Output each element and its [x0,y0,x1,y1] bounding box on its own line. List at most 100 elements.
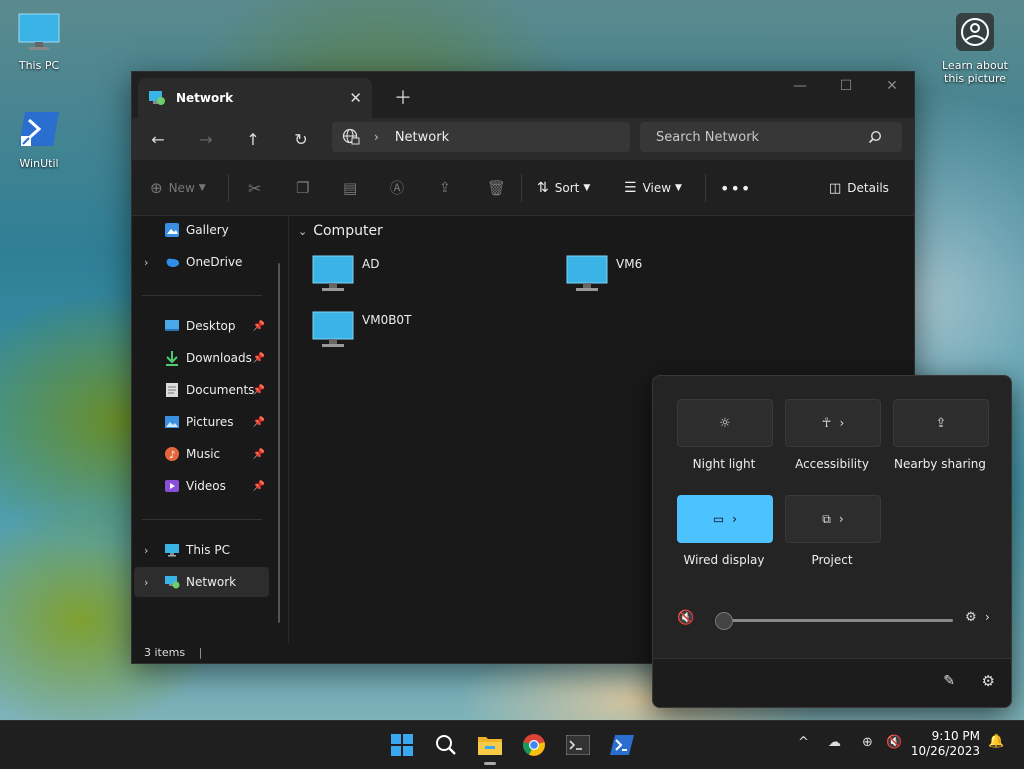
sidebar-item-network[interactable]: › Network [134,567,269,597]
sort-label: Sort [554,181,580,195]
desktop-icon-winutil[interactable]: WinUtil [4,110,74,170]
volume-slider[interactable] [721,619,953,622]
edit-pencil-icon[interactable]: ✎ [943,673,955,689]
running-indicator [484,762,496,765]
chevron-right-icon[interactable]: › [144,544,148,557]
pin-icon[interactable]: 📌 [253,417,265,428]
back-button[interactable]: ← [146,128,170,152]
group-header-computer[interactable]: ⌄ Computer [298,223,383,239]
minimize-button[interactable]: — [780,78,820,94]
details-pane-icon: ◫ [829,180,842,196]
accessibility-icon: ☥ [821,415,832,431]
sidebar-label: Gallery [186,223,229,237]
learn-about-picture[interactable]: Learn about this picture [940,12,1010,85]
sidebar-item-documents[interactable]: Documents 📌 [134,375,269,405]
volume-slider-thumb[interactable] [715,612,733,630]
document-icon [166,383,178,397]
night-light-toggle[interactable]: ☼ [677,399,773,447]
toolbar-divider [705,174,706,202]
file-explorer-taskbar-button[interactable] [474,729,506,765]
sidebar-item-gallery[interactable]: Gallery [134,215,269,245]
close-tab-icon[interactable]: ✕ [349,89,362,107]
pin-icon[interactable]: 📌 [253,481,265,492]
up-button[interactable]: ↑ [241,128,265,152]
notification-bell-icon[interactable]: 🔔 [988,734,1004,749]
tab-network[interactable]: Network ✕ [138,78,372,118]
new-tab-button[interactable]: ＋ [394,84,412,110]
nearby-sharing-toggle[interactable]: ⇪ [893,399,989,447]
pin-icon[interactable]: 📌 [253,385,265,396]
share-button[interactable]: ⇪ [439,178,451,198]
chevron-right-icon: › [839,416,845,430]
chevron-right-icon[interactable]: › [144,256,148,269]
pin-icon[interactable]: 📌 [253,449,265,460]
toolbar-divider [228,174,229,202]
network-globe-tray-icon[interactable]: ⊕ [862,735,873,750]
cut-button[interactable]: ✂ [248,178,261,198]
volume-muted-tray-icon[interactable]: 🔇 [886,735,902,750]
sidebar-label: Downloads [186,351,252,365]
new-label: New [168,181,195,195]
accessibility-button[interactable]: ☥ › [785,399,881,447]
speaker-muted-icon[interactable]: 🔇 [677,610,694,626]
chevron-down-icon: ▼ [583,183,591,193]
sidebar-scrollbar[interactable] [278,263,280,623]
sidebar-item-onedrive[interactable]: › OneDrive [134,247,269,277]
maximize-button[interactable]: ☐ [826,78,866,94]
file-item-vm0b0t[interactable]: VM0B0T [312,311,411,349]
search-button[interactable] [430,729,462,761]
project-icon: ⧉ [822,511,831,526]
details-button[interactable]: ◫ Details [829,178,889,198]
copy-button[interactable]: ❐ [296,178,309,198]
close-window-button[interactable]: ✕ [872,78,912,94]
sidebar-item-videos[interactable]: Videos 📌 [134,471,269,501]
new-button[interactable]: ⊕ New ▼ [150,178,206,198]
audio-output-icon[interactable]: ⚙ [965,610,977,625]
show-hidden-icons-chevron-icon[interactable]: ^ [798,735,809,750]
file-item-vm6[interactable]: VM6 [566,255,642,293]
sidebar-item-pictures[interactable]: Pictures 📌 [134,407,269,437]
refresh-button[interactable]: ↻ [289,128,313,152]
file-item-ad[interactable]: AD [312,255,379,293]
project-button[interactable]: ⧉ › [785,495,881,543]
chevron-right-icon[interactable]: › [985,610,990,624]
chrome-taskbar-button[interactable] [518,729,550,761]
start-button[interactable] [386,729,418,761]
more-options-button[interactable]: ••• [720,178,751,198]
sidebar-label: Desktop [186,319,236,333]
learn-about-picture-label: Learn about this picture [942,59,1008,85]
chevron-right-icon[interactable]: › [144,576,148,589]
delete-button[interactable]: 🗑 [487,178,506,198]
desktop-icon-label: This PC [18,59,60,72]
search-box[interactable] [640,122,902,152]
pin-icon[interactable]: 📌 [253,353,265,364]
title-bar[interactable]: Network ✕ ＋ — ☐ ✕ [132,72,914,118]
powershell-taskbar-button[interactable] [606,729,638,761]
view-button[interactable]: ☰ View ▼ [624,178,682,198]
pin-icon[interactable]: 📌 [253,321,265,332]
sidebar-item-music[interactable]: ♪ Music 📌 [134,439,269,469]
search-input[interactable] [654,128,868,146]
sidebar-divider [142,295,262,296]
pane-divider[interactable] [288,215,289,643]
sort-button[interactable]: ⇅ Sort ▼ [537,178,590,198]
chevron-right-icon: › [732,512,738,526]
powershell-icon [19,112,59,146]
rename-button[interactable]: Ⓐ [390,178,404,198]
breadcrumb-network[interactable]: Network [395,130,449,145]
onedrive-status-icon[interactable]: ☁ [828,735,841,750]
address-bar[interactable]: › Network [332,122,630,152]
settings-gear-icon[interactable]: ⚙ [982,672,995,690]
address-row: ← → ↑ ↻ › Network [132,118,914,160]
desktop-icon-this-pc[interactable]: This PC [4,12,74,72]
toolbar-divider [521,174,522,202]
paste-button[interactable]: ▤ [343,178,357,198]
forward-button[interactable]: → [194,128,218,152]
breadcrumb-chevron-icon[interactable]: › [374,130,379,144]
sidebar-item-this-pc[interactable]: › This PC [134,535,269,565]
wired-display-button[interactable]: ▭ › [677,495,773,543]
sidebar-item-desktop[interactable]: Desktop 📌 [134,311,269,341]
clock[interactable]: 9:10 PM 10/26/2023 [911,729,980,759]
terminal-taskbar-button[interactable] [562,729,594,761]
sidebar-item-downloads[interactable]: Downloads 📌 [134,343,269,373]
